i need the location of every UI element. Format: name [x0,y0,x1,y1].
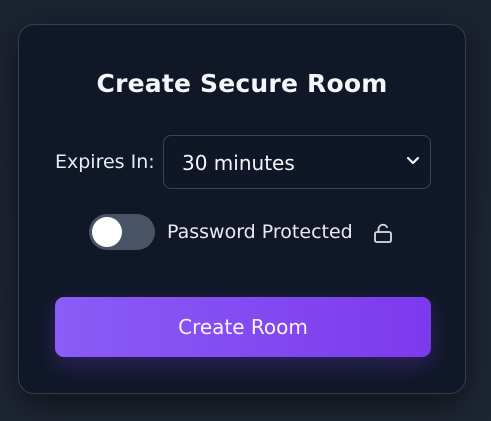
toggle-knob [92,217,122,247]
password-toggle[interactable] [89,214,155,250]
page-title: Create Secure Room [96,69,388,98]
password-protected-label: Password Protected [167,221,353,243]
unlocked-icon [374,223,392,243]
create-room-card: Create Secure Room Expires In: 30 minute… [18,24,466,394]
chevron-down-icon [406,156,420,165]
create-room-button[interactable]: Create Room [55,297,431,357]
expires-label: Expires In: [55,151,155,173]
expires-selected-value: 30 minutes [182,151,295,175]
expires-select[interactable]: 30 minutes [163,135,431,189]
